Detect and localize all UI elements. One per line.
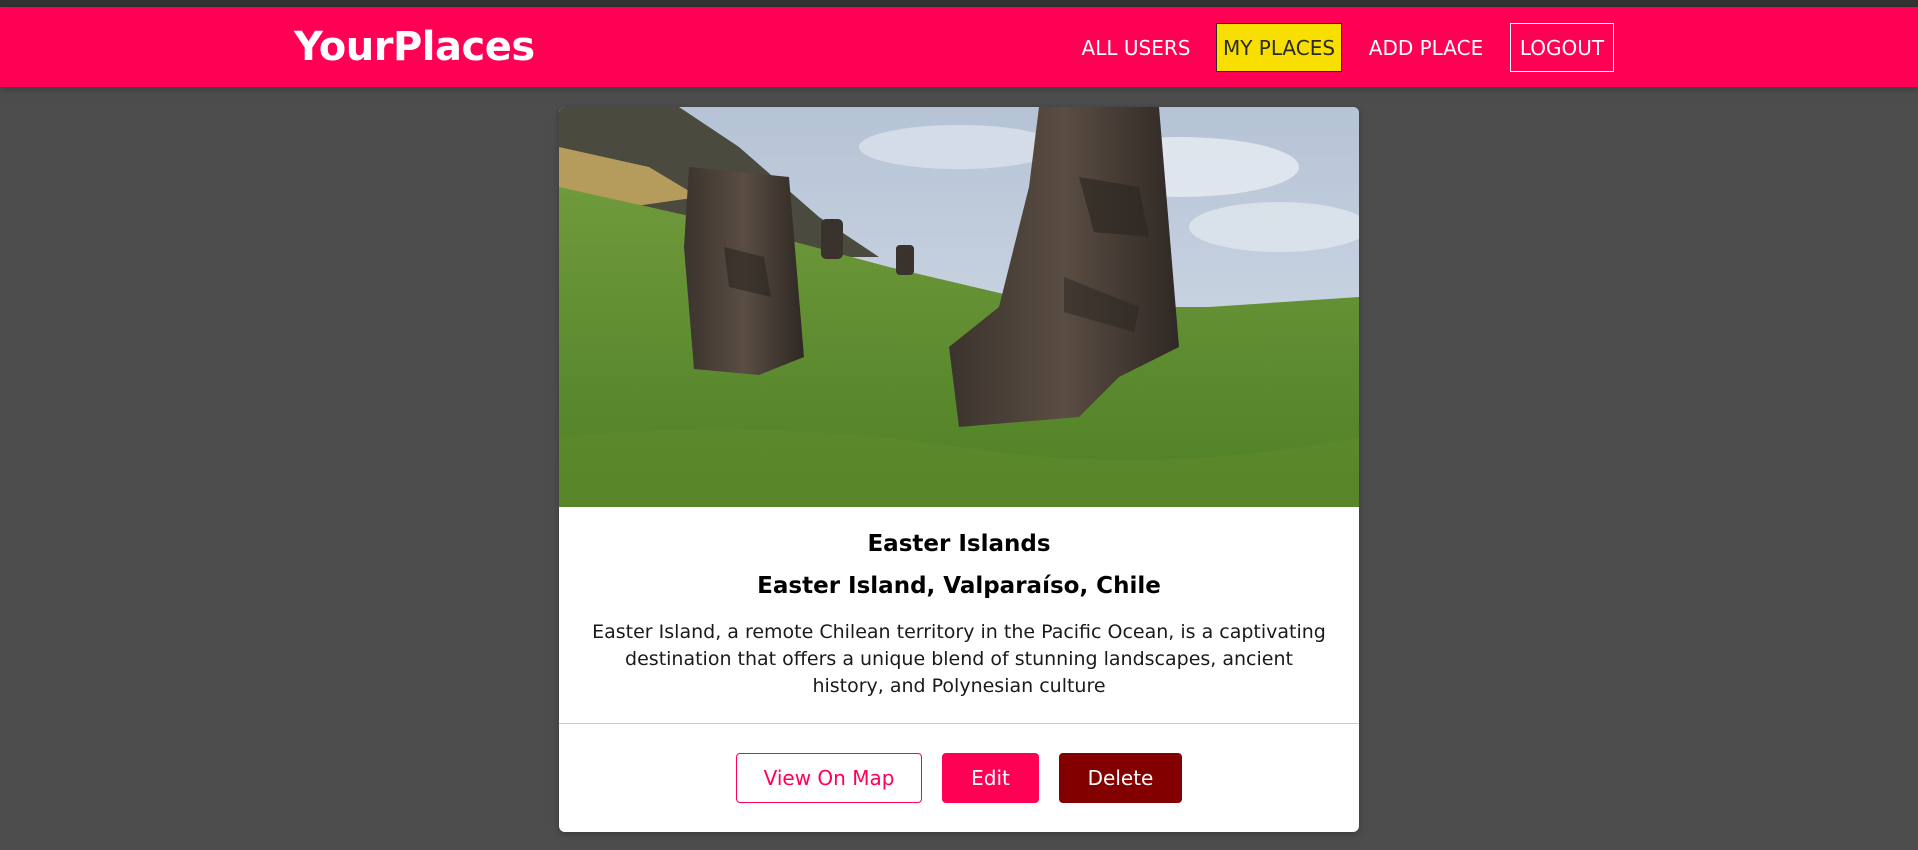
logout-button[interactable]: LOGOUT <box>1510 23 1614 72</box>
place-description: Easter Island, a remote Chilean territor… <box>592 621 1326 697</box>
place-title: Easter Islands <box>867 531 1051 557</box>
place-address: Easter Island, Valparaíso, Chile <box>757 573 1161 599</box>
delete-button[interactable]: Delete <box>1059 753 1182 803</box>
main-header: YourPlaces ALL USERS MY PLACES ADD PLACE… <box>0 7 1918 87</box>
card-divider <box>559 723 1359 724</box>
nav-my-places[interactable]: MY PLACES <box>1216 23 1342 72</box>
place-card: Easter Islands Easter Island, Valparaíso… <box>559 107 1359 832</box>
top-strip <box>0 0 1918 7</box>
card-actions: View On Map Edit Delete <box>559 753 1359 803</box>
nav-add-place[interactable]: ADD PLACE <box>1361 23 1491 72</box>
nav-all-users[interactable]: ALL USERS <box>1073 23 1199 72</box>
view-on-map-button[interactable]: View On Map <box>736 753 922 803</box>
main-nav: ALL USERS MY PLACES ADD PLACE LOGOUT <box>0 23 1918 72</box>
edit-button[interactable]: Edit <box>942 753 1039 803</box>
place-image <box>559 107 1359 507</box>
